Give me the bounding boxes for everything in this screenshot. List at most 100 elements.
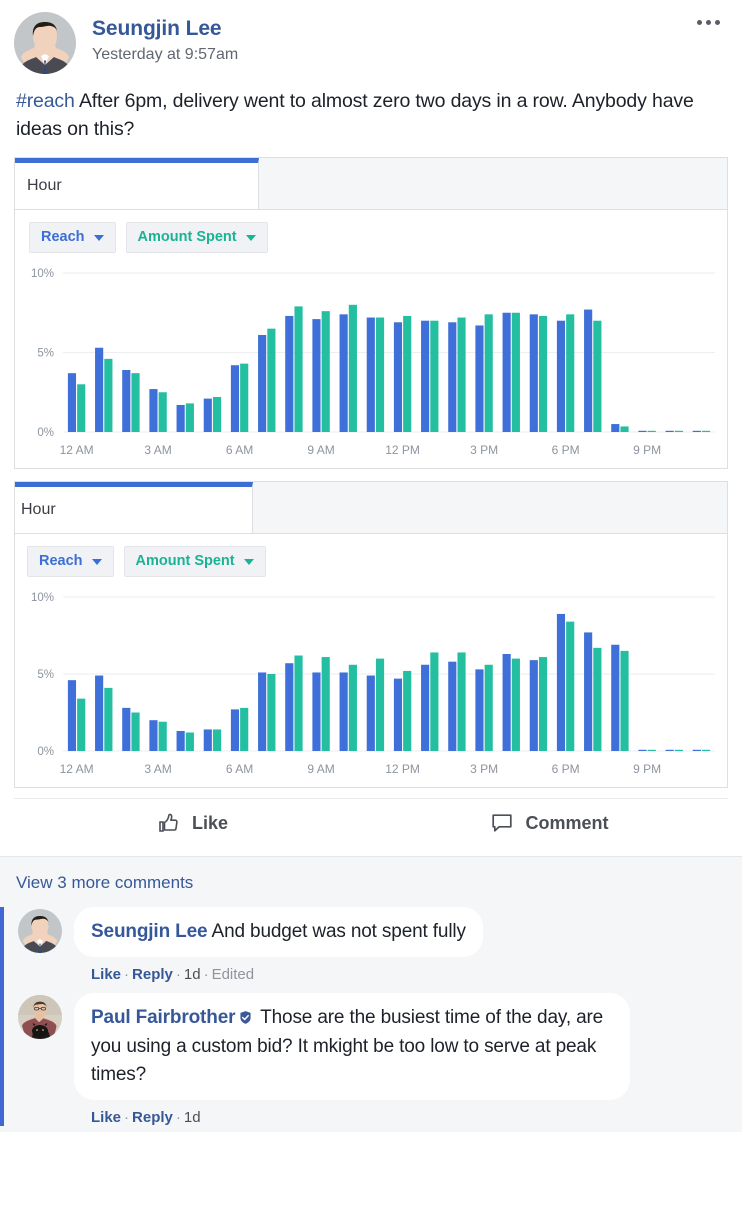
bar <box>430 320 439 433</box>
bar <box>258 335 267 433</box>
comment-edited-label: Edited <box>211 966 255 984</box>
post-body: #reach After 6pm, delivery went to almos… <box>0 74 742 153</box>
comment-reply-link[interactable]: Reply <box>132 1109 173 1126</box>
bar <box>638 749 647 752</box>
metric-dropdown-spent-2[interactable]: Amount Spent <box>123 546 266 578</box>
post-timestamp[interactable]: Yesterday at 9:57am <box>92 46 238 64</box>
bar <box>240 363 249 433</box>
chart-tabbar-2: Hour <box>15 482 727 535</box>
metric-dropdown-spent-1[interactable]: Amount Spent <box>125 222 268 254</box>
bar <box>176 731 185 752</box>
like-button[interactable]: Like <box>14 811 371 835</box>
shield-badge-icon <box>238 1006 253 1033</box>
bar <box>538 657 548 752</box>
tab-hour-2[interactable]: Hour <box>15 482 253 534</box>
y-axis-tick-label: 0% <box>37 427 54 439</box>
bar <box>77 698 86 752</box>
bar <box>158 392 167 433</box>
bar <box>375 658 385 752</box>
bar <box>701 431 711 433</box>
comment-button[interactable]: Comment <box>371 811 728 835</box>
post-header: Seungjin Lee Yesterday at 9:57am <box>0 0 742 74</box>
dot-separator: · <box>175 966 181 984</box>
comment-reply-link[interactable]: Reply <box>132 966 173 983</box>
ellipsis-icon[interactable] <box>691 14 726 31</box>
comment-bubble: Paul Fairbrother Those are the busiest t… <box>74 993 630 1100</box>
bar <box>149 720 158 752</box>
comment-like-link[interactable]: Like <box>91 1109 121 1126</box>
bar <box>230 709 240 752</box>
bar <box>665 749 674 752</box>
comment-body: Seungjin Lee And budget was not spent fu… <box>74 907 728 983</box>
bar <box>674 749 683 752</box>
avatar[interactable] <box>18 995 62 1040</box>
comment-body: Paul Fairbrother Those are the busiest t… <box>74 993 728 1126</box>
tab-hour-1[interactable]: Hour <box>15 158 259 210</box>
comment-text: And budget was not spent fully <box>211 921 466 943</box>
bar <box>185 403 194 433</box>
comment-author[interactable]: Paul Fairbrother <box>91 1007 236 1028</box>
bar <box>484 314 493 433</box>
bar <box>321 311 330 433</box>
bar <box>620 650 629 752</box>
avatar[interactable] <box>18 909 62 954</box>
y-axis-tick-label: 10% <box>31 268 54 280</box>
post-author-name[interactable]: Seungjin Lee <box>92 16 238 41</box>
x-axis-tick-label: 6 AM <box>226 762 253 776</box>
bar <box>104 359 113 433</box>
x-axis-tick-label: 12 AM <box>60 762 94 776</box>
metric-reach-label-1: Reach <box>41 229 85 246</box>
bar <box>393 678 403 752</box>
comment-actions: Like · Reply · 1d <box>74 1100 728 1126</box>
bar <box>285 316 294 433</box>
comment-like-link[interactable]: Like <box>91 966 121 983</box>
bar <box>312 319 321 433</box>
bar <box>593 320 602 433</box>
bar <box>529 314 538 433</box>
bar <box>212 397 222 433</box>
thumbs-up-icon <box>159 813 178 832</box>
bar-chart-1: 0% 5% 10% 12 AM 3 AM 6 AM 9 AM 12 PM 3 PM 6 PM 9 P… <box>31 268 715 457</box>
bar <box>584 309 593 433</box>
chevron-down-icon <box>91 558 102 565</box>
bar <box>457 652 466 752</box>
bar <box>258 672 267 752</box>
comment-author[interactable]: Seungjin Lee <box>91 921 208 942</box>
bar <box>484 664 493 752</box>
bar <box>502 654 511 752</box>
bar <box>348 664 357 752</box>
post-hashtag[interactable]: #reach <box>16 90 75 112</box>
chart-tabbar-1: Hour <box>15 158 727 211</box>
bar <box>538 316 548 433</box>
comment-age[interactable]: 1d <box>184 966 201 983</box>
bar <box>692 749 701 752</box>
comment-button-label: Comment <box>525 812 609 833</box>
chart-controls-1: Reach Amount Spent <box>15 210 727 263</box>
bar <box>611 424 620 433</box>
metric-dropdown-reach-2[interactable]: Reach <box>27 546 114 578</box>
comment-age[interactable]: 1d <box>184 1109 201 1126</box>
dot <box>715 20 720 25</box>
avatar-image <box>18 909 62 954</box>
x-axis-tick-label: 12 AM <box>60 443 94 457</box>
view-more-comments-link[interactable]: View 3 more comments <box>0 873 742 907</box>
bar <box>584 632 593 752</box>
bar <box>475 669 484 752</box>
comment-bubble: Seungjin Lee And budget was not spent fu… <box>74 907 483 958</box>
comment-list: Seungjin Lee And budget was not spent fu… <box>0 907 742 1126</box>
bar <box>203 398 212 433</box>
x-axis-tick-label: 12 PM <box>385 762 420 776</box>
tab-empty-area-1 <box>259 158 727 210</box>
bar <box>77 384 86 433</box>
metric-dropdown-reach-1[interactable]: Reach <box>29 222 116 254</box>
x-axis-tick-label: 3 PM <box>470 443 498 457</box>
bar <box>312 672 321 752</box>
avatar <box>14 12 76 74</box>
bar <box>665 431 674 433</box>
bar <box>638 431 647 433</box>
bar <box>647 431 656 433</box>
bar <box>448 322 457 433</box>
avatar-image <box>18 995 62 1040</box>
dot-separator: · <box>203 966 209 984</box>
bar <box>674 431 683 433</box>
